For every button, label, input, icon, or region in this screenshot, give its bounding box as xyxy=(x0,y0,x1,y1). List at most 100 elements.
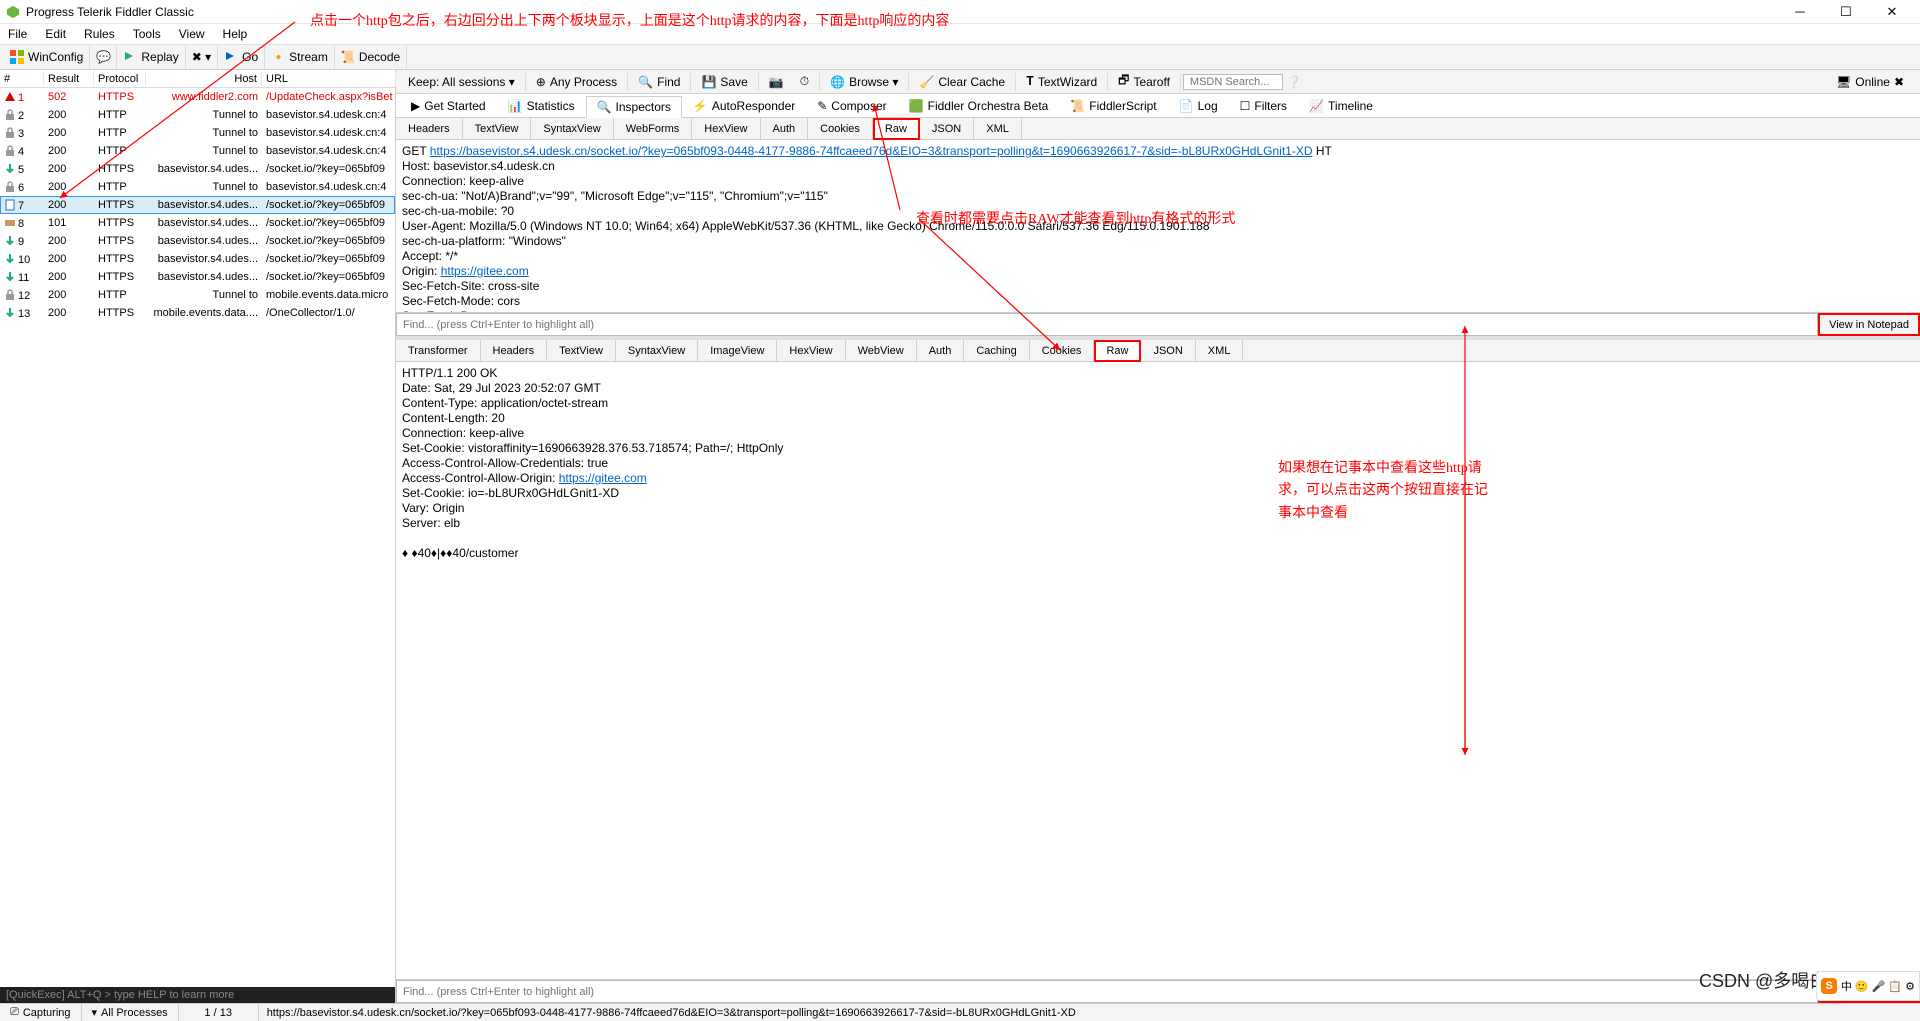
tab-fiddler-orchestra-beta[interactable]: 🟩Fiddler Orchestra Beta xyxy=(898,95,1060,117)
tab-autoresponder[interactable]: ⚡AutoResponder xyxy=(682,95,806,117)
req-tab-textview[interactable]: TextView xyxy=(463,118,532,139)
req-origin-link[interactable]: https://gitee.com xyxy=(441,264,529,278)
resp-tab-raw[interactable]: Raw xyxy=(1094,340,1141,362)
online-label: Online xyxy=(1855,75,1890,89)
target-icon: ⊕ xyxy=(536,75,546,89)
request-view-notepad-button[interactable]: View in Notepad xyxy=(1818,313,1920,336)
session-row[interactable]: 10200HTTPSbasevistor.s4.udes.../socket.i… xyxy=(0,250,395,268)
tab-fiddlerscript[interactable]: 📜FiddlerScript xyxy=(1059,95,1167,117)
remove-button[interactable]: ✖ ▾ xyxy=(186,45,218,69)
save-button[interactable]: 💾Save xyxy=(693,73,755,91)
msdn-search-input[interactable] xyxy=(1183,74,1283,90)
tab-get-started[interactable]: ▶Get Started xyxy=(400,95,497,117)
winconfig-button[interactable]: WinConfig xyxy=(4,45,90,69)
resp-tab-syntaxview[interactable]: SyntaxView xyxy=(616,340,698,361)
resp-tab-xml[interactable]: XML xyxy=(1196,340,1244,361)
tab-filters[interactable]: ☐Filters xyxy=(1229,95,1298,117)
go-button[interactable]: Go xyxy=(218,45,265,69)
session-row[interactable]: 12200HTTPTunnel tomobile.events.data.mic… xyxy=(0,286,395,304)
close-x-icon[interactable]: ✖ xyxy=(1894,75,1904,89)
resp-tab-imageview[interactable]: ImageView xyxy=(698,340,777,361)
req-tab-syntaxview[interactable]: SyntaxView xyxy=(531,118,613,139)
col-host[interactable]: Host xyxy=(146,72,262,86)
maximize-button[interactable]: ☐ xyxy=(1832,4,1860,20)
col-id[interactable]: # xyxy=(0,72,44,86)
col-url[interactable]: URL xyxy=(262,72,396,86)
col-result[interactable]: Result xyxy=(44,72,94,86)
tab-label: Fiddler Orchestra Beta xyxy=(928,99,1049,113)
response-find-input[interactable] xyxy=(396,980,1818,1003)
req-tab-xml[interactable]: XML xyxy=(974,118,1022,139)
menu-tools[interactable]: Tools xyxy=(133,27,161,41)
req-tab-auth[interactable]: Auth xyxy=(761,118,809,139)
process-filter[interactable]: ▾All Processes xyxy=(82,1004,179,1021)
menu-help[interactable]: Help xyxy=(223,27,248,41)
decode-button[interactable]: 📜 Decode xyxy=(335,45,407,69)
req-url-link[interactable]: https://basevistor.s4.udesk.cn/socket.io… xyxy=(430,144,1313,158)
tab-composer[interactable]: ✎Composer xyxy=(806,95,897,117)
replay-button[interactable]: Replay xyxy=(117,45,185,69)
session-row[interactable]: 13200HTTPSmobile.events.data..../OneColl… xyxy=(0,304,395,322)
menu-rules[interactable]: Rules xyxy=(84,27,115,41)
session-row[interactable]: 7200HTTPSbasevistor.s4.udes.../socket.io… xyxy=(0,196,395,214)
menu-file[interactable]: File xyxy=(8,27,27,41)
resp-tab-headers[interactable]: Headers xyxy=(481,340,548,361)
timer-button[interactable]: ⏱ xyxy=(792,72,817,91)
resp-tab-caching[interactable]: Caching xyxy=(964,340,1029,361)
resp-tab-auth[interactable]: Auth xyxy=(917,340,965,361)
resp-tab-textview[interactable]: TextView xyxy=(547,340,616,361)
any-process-button[interactable]: ⊕Any Process xyxy=(528,73,625,91)
textwizard-button[interactable]: 𝐓TextWizard xyxy=(1018,72,1105,91)
req-tab-headers[interactable]: Headers xyxy=(396,118,463,139)
session-row[interactable]: 5200HTTPSbasevistor.s4.udes.../socket.io… xyxy=(0,160,395,178)
resp-tab-hexview[interactable]: HexView xyxy=(777,340,845,361)
request-raw-view[interactable]: GET https://basevistor.s4.udesk.cn/socke… xyxy=(396,140,1920,312)
screenshot-button[interactable]: 📷 xyxy=(761,73,792,91)
comment-button[interactable]: 💬 xyxy=(90,45,117,69)
resp-tab-json[interactable]: JSON xyxy=(1141,340,1195,361)
tab-statistics[interactable]: 📊Statistics xyxy=(497,95,586,117)
tab-log[interactable]: 📄Log xyxy=(1168,95,1229,117)
capturing-indicator[interactable]: ⎚Capturing xyxy=(0,1004,82,1021)
col-protocol[interactable]: Protocol xyxy=(94,72,146,86)
resp-tab-webview[interactable]: WebView xyxy=(846,340,917,361)
help-icon[interactable]: ❔ xyxy=(1287,75,1302,89)
req-tab-raw[interactable]: Raw xyxy=(873,118,920,140)
req-tab-hexview[interactable]: HexView xyxy=(692,118,760,139)
menu-edit[interactable]: Edit xyxy=(45,27,66,41)
keep-dropdown[interactable]: Keep: All sessions ▾ xyxy=(400,73,523,91)
session-row[interactable]: 3200HTTPTunnel tobasevistor.s4.udesk.cn:… xyxy=(0,124,395,142)
session-row[interactable]: 9200HTTPSbasevistor.s4.udes.../socket.io… xyxy=(0,232,395,250)
session-row[interactable]: 8101HTTPSbasevistor.s4.udes.../socket.io… xyxy=(0,214,395,232)
menu-view[interactable]: View xyxy=(179,27,205,41)
session-row[interactable]: 11200HTTPSbasevistor.s4.udes.../socket.i… xyxy=(0,268,395,286)
session-row[interactable]: 4200HTTPTunnel tobasevistor.s4.udesk.cn:… xyxy=(0,142,395,160)
session-row[interactable]: 2200HTTPTunnel tobasevistor.s4.udesk.cn:… xyxy=(0,106,395,124)
clear-cache-label: Clear Cache xyxy=(938,75,1005,89)
session-row[interactable]: 6200HTTPTunnel tobasevistor.s4.udesk.cn:… xyxy=(0,178,395,196)
resp-tab-cookies[interactable]: Cookies xyxy=(1030,340,1095,361)
req-tab-json[interactable]: JSON xyxy=(920,118,974,139)
close-button[interactable]: ✕ xyxy=(1878,4,1906,20)
req-method: GET xyxy=(402,144,430,158)
resp-origin-link[interactable]: https://gitee.com xyxy=(559,471,647,485)
clear-cache-button[interactable]: 🧹Clear Cache xyxy=(911,73,1013,91)
request-find-input[interactable] xyxy=(396,313,1818,336)
req-tab-cookies[interactable]: Cookies xyxy=(808,118,873,139)
session-row[interactable]: 1502HTTPSwww.fiddler2.com/UpdateCheck.as… xyxy=(0,88,395,106)
tearoff-button[interactable]: 🗗Tearoff xyxy=(1110,70,1178,94)
response-raw-view[interactable]: HTTP/1.1 200 OK Date: Sat, 29 Jul 2023 2… xyxy=(396,362,1920,979)
capture-icon: ⎚ xyxy=(10,1006,19,1019)
stream-button[interactable]: 🔸 Stream xyxy=(265,45,335,69)
resp-tab-transformer[interactable]: Transformer xyxy=(396,340,481,361)
tab-inspectors[interactable]: 🔍Inspectors xyxy=(586,96,682,118)
find-button[interactable]: 🔍Find xyxy=(630,73,688,91)
sogou-ime-float[interactable]: S 中 🙂 🎤 📋 ⚙ xyxy=(1816,971,1920,1001)
decode-icon: 📜 xyxy=(341,50,355,64)
quickexec-bar[interactable]: [QuickExec] ALT+Q > type HELP to learn m… xyxy=(0,987,395,1003)
req-tab-webforms[interactable]: WebForms xyxy=(614,118,693,139)
minimize-button[interactable]: ─ xyxy=(1786,4,1814,20)
tab-timeline[interactable]: 📈Timeline xyxy=(1298,95,1384,117)
textwizard-icon: 𝐓 xyxy=(1026,74,1034,89)
browse-button[interactable]: 🌐Browse ▾ xyxy=(822,73,906,91)
